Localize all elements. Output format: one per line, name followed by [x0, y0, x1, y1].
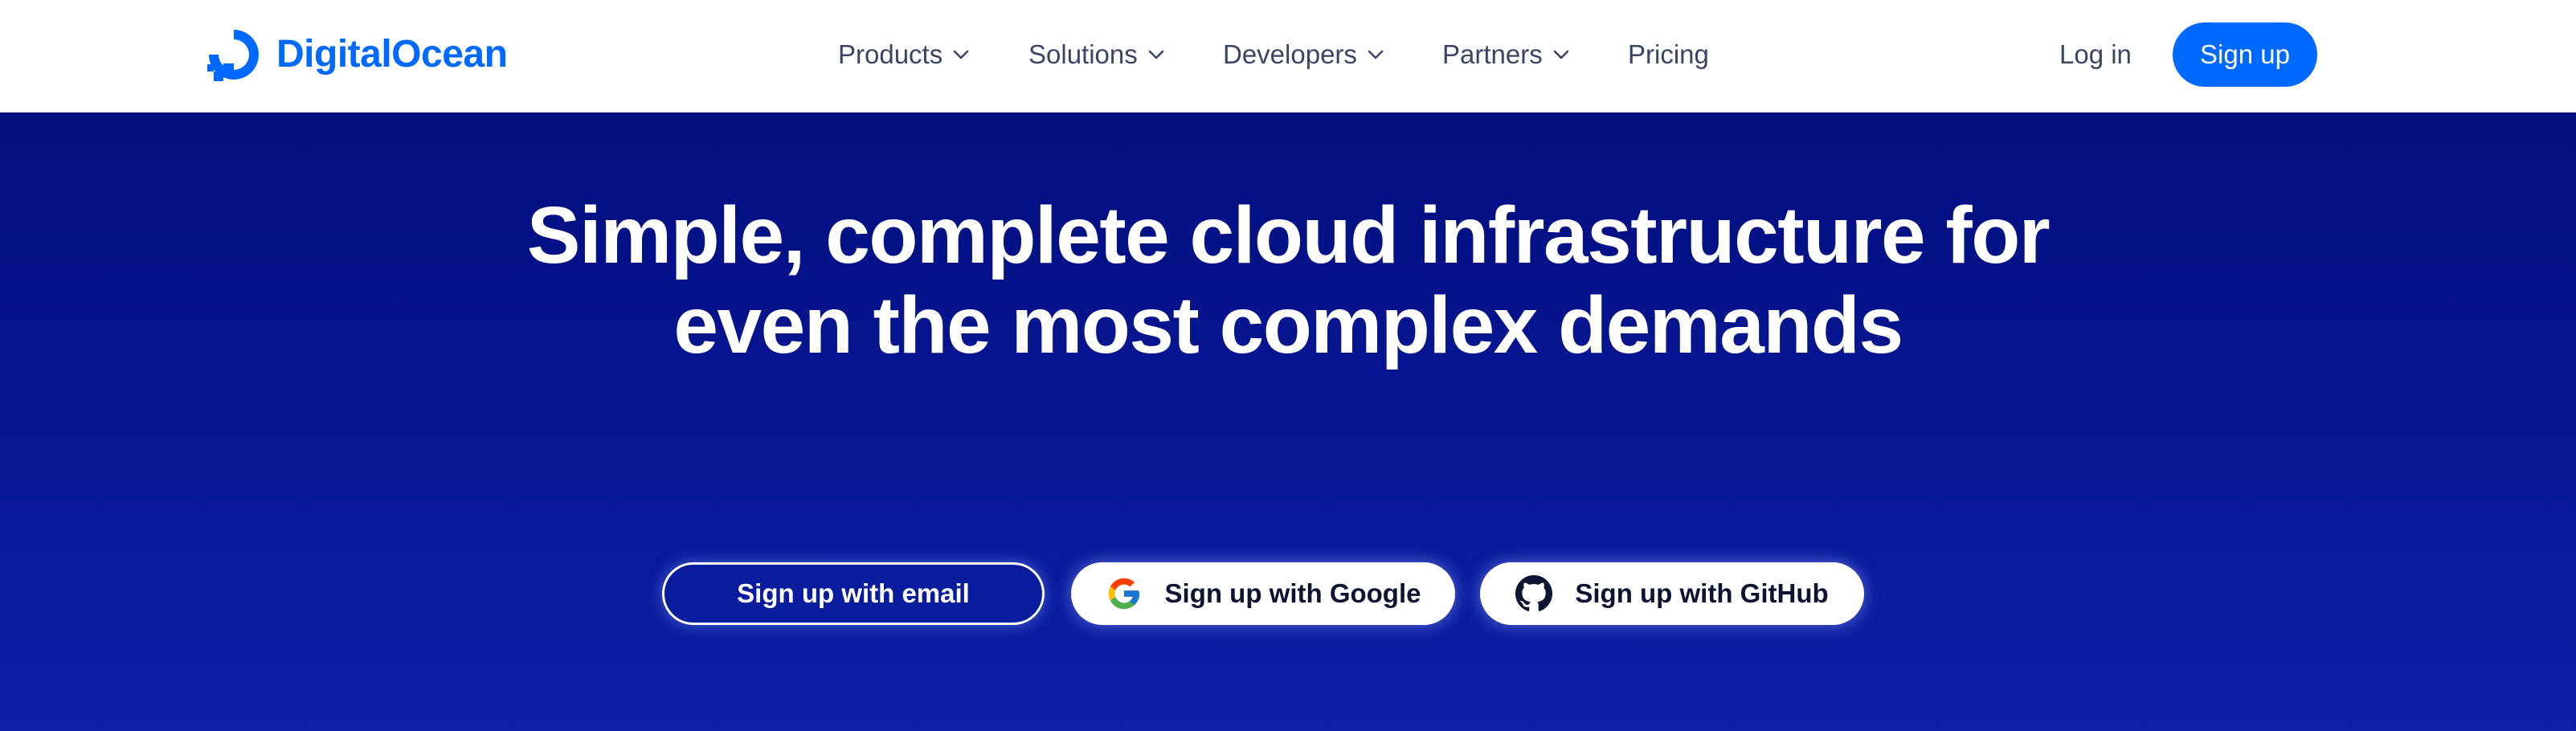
digitalocean-logo-link[interactable]: DigitalOcean [206, 26, 508, 84]
brand-name: DigitalOcean [276, 33, 508, 76]
hero-headline: Simple, complete cloud infrastructure fo… [0, 190, 2576, 370]
signup-google-button[interactable]: Sign up with Google [1071, 562, 1455, 625]
nav-item-products[interactable]: Products [838, 35, 970, 74]
signup-google-label: Sign up with Google [1164, 578, 1421, 608]
signup-email-label: Sign up with email [737, 578, 970, 608]
page: DigitalOcean Products Solutions Develope… [0, 0, 2576, 731]
google-icon [1108, 578, 1139, 610]
chevron-down-icon [953, 50, 969, 59]
github-icon [1515, 575, 1553, 611]
signup-button[interactable]: Sign up [2173, 22, 2317, 87]
hero-headline-line-2: even the most complex demands [673, 280, 1903, 370]
nav-item-developers[interactable]: Developers [1223, 35, 1384, 74]
chevron-down-icon [1148, 50, 1164, 59]
nav-item-label: Pricing [1628, 39, 1709, 69]
top-navigation-bar: DigitalOcean Products Solutions Develope… [0, 0, 2576, 113]
hero-headline-line-1: Simple, complete cloud infrastructure fo… [526, 190, 2051, 280]
signup-email-button[interactable]: Sign up with email [662, 562, 1045, 625]
nav-item-label: Partners [1442, 39, 1543, 69]
chevron-down-icon [1368, 50, 1384, 59]
digitalocean-logo-icon [207, 30, 259, 81]
nav-item-label: Products [838, 39, 943, 69]
signup-github-label: Sign up with GitHub [1575, 578, 1829, 608]
nav-item-partners[interactable]: Partners [1442, 35, 1570, 74]
chevron-down-icon [1553, 50, 1569, 59]
nav-item-label: Solutions [1028, 39, 1138, 69]
nav-item-pricing[interactable]: Pricing [1628, 35, 1709, 74]
login-link[interactable]: Log in [2059, 35, 2132, 74]
signup-github-button[interactable]: Sign up with GitHub [1480, 562, 1864, 625]
nav-item-label: Developers [1223, 39, 1357, 69]
nav-item-solutions[interactable]: Solutions [1028, 35, 1165, 74]
